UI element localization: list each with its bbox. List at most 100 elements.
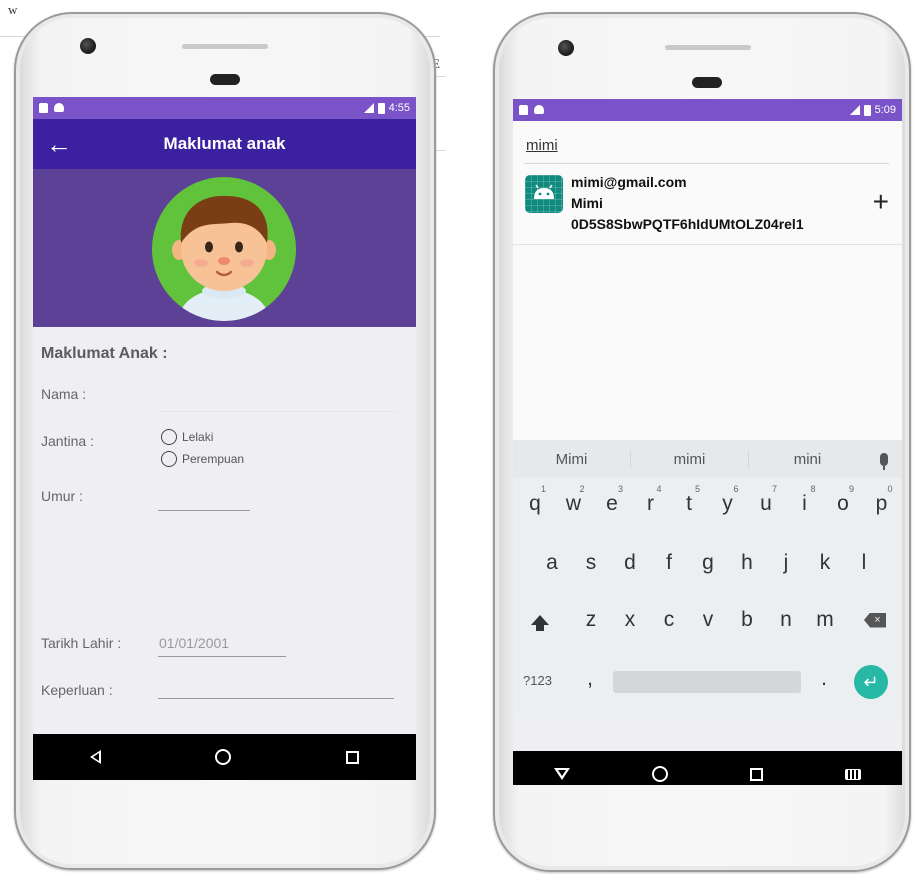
key-z[interactable]: z	[572, 600, 610, 640]
key-b[interactable]: b	[728, 600, 766, 640]
radio-perempuan[interactable]: Perempuan	[161, 451, 244, 467]
key-w[interactable]: w2	[555, 484, 593, 524]
doc-fragment-w: w	[8, 2, 18, 17]
umur-label: Umur :	[41, 488, 83, 504]
status-time: 4:55	[388, 102, 410, 114]
battery-icon	[377, 102, 385, 114]
profile-header	[33, 169, 416, 327]
user-result-details: mimi@gmail.com Mimi 0D5S8SbwPQTF6hIdUMtO…	[571, 172, 804, 235]
sd-card-icon	[519, 105, 528, 115]
tarikh-lahir-value[interactable]: 01/01/2001	[159, 635, 229, 651]
tarikh-lahir-field[interactable]	[158, 656, 286, 657]
key-m[interactable]: m	[806, 600, 844, 640]
key-l[interactable]: l	[845, 543, 883, 583]
status-bar: 5:09	[513, 99, 902, 121]
key-k[interactable]: k	[806, 543, 844, 583]
key-row-3: × zxcvbnm	[513, 600, 902, 648]
key-hint: 4	[656, 484, 662, 494]
boy-avatar-icon[interactable]	[152, 177, 296, 321]
suggestion-bar: Mimi mimi mini	[513, 440, 902, 478]
hide-keyboard-icon[interactable]	[554, 768, 570, 780]
signal-icon	[363, 103, 374, 113]
key-q[interactable]: q1	[516, 484, 554, 524]
key-g[interactable]: g	[689, 543, 727, 583]
search-input[interactable]	[526, 137, 886, 154]
key-a[interactable]: a	[533, 543, 571, 583]
home-icon[interactable]	[652, 766, 668, 782]
mic-icon[interactable]	[866, 452, 902, 470]
sd-card-icon	[39, 103, 48, 113]
key-hint: 6	[733, 484, 739, 494]
key-hint: 1	[540, 484, 546, 494]
speaker-grille	[665, 45, 751, 50]
system-nav-bar	[513, 751, 902, 785]
key-d[interactable]: d	[611, 543, 649, 583]
suggestion[interactable]: Mimi	[513, 451, 630, 468]
back-icon[interactable]	[90, 750, 102, 764]
key-s[interactable]: s	[572, 543, 610, 583]
key-v[interactable]: v	[689, 600, 727, 640]
home-icon[interactable]	[215, 749, 232, 765]
key-e[interactable]: e3	[593, 484, 631, 524]
key-h[interactable]: h	[728, 543, 766, 583]
system-nav-bar	[33, 734, 416, 780]
doc-rule	[436, 150, 446, 151]
key-p[interactable]: p0	[863, 484, 901, 524]
nama-field[interactable]	[158, 411, 396, 412]
battery-icon	[863, 104, 871, 116]
suggestion[interactable]: mimi	[630, 450, 748, 468]
results-empty-area	[513, 245, 902, 440]
suggestion[interactable]: mini	[748, 450, 866, 468]
key-hint: 7	[771, 484, 777, 494]
right-screen: 5:09 mimi mimi@gmail.com Mimi 0D5S8SbwPQ…	[513, 99, 902, 785]
user-result-row[interactable]: mimi@gmail.com Mimi 0D5S8SbwPQTF6hIdUMtO…	[513, 164, 902, 245]
recents-icon[interactable]	[750, 767, 763, 781]
front-camera	[558, 40, 574, 56]
app-bar: ← Maklumat anak	[33, 119, 416, 169]
android-icon	[534, 105, 544, 114]
backspace-key[interactable]: ×	[856, 600, 894, 640]
search-bar	[513, 121, 902, 164]
key-label: p	[875, 492, 888, 515]
keyboard-switch-icon[interactable]	[845, 768, 861, 780]
period-key[interactable]: .	[805, 659, 843, 699]
left-screen: 4:55 ← Maklumat anak Maklumat Anak: Nam…	[33, 97, 416, 780]
enter-icon[interactable]: ↵	[854, 665, 888, 699]
key-n[interactable]: n	[767, 600, 805, 640]
key-f[interactable]: f	[650, 543, 688, 583]
radio-circle	[161, 451, 177, 467]
key-label: t	[686, 492, 692, 515]
key-o[interactable]: o9	[824, 484, 862, 524]
earpiece	[210, 74, 240, 85]
radio-label: Lelaki	[182, 430, 214, 444]
space-key[interactable]	[613, 671, 801, 693]
key-u[interactable]: u7	[747, 484, 785, 524]
shift-key[interactable]	[521, 600, 559, 640]
plus-icon[interactable]: +	[873, 188, 889, 216]
right-phone-frame: 5:09 mimi mimi@gmail.com Mimi 0D5S8SbwPQ…	[493, 12, 911, 872]
keperluan-field[interactable]	[158, 698, 394, 699]
form-heading: Maklumat Anak :	[41, 345, 168, 362]
key-t[interactable]: t5	[670, 484, 708, 524]
left-phone-frame: 4:55 ← Maklumat anak Maklumat Anak: Nam…	[14, 12, 436, 870]
key-label: u	[760, 492, 772, 515]
key-r[interactable]: r4	[632, 484, 670, 524]
key-hint: 3	[617, 484, 623, 494]
key-x[interactable]: x	[611, 600, 649, 640]
keperluan-label: Keperluan :	[41, 682, 113, 698]
umur-field[interactable]	[158, 510, 250, 511]
key-hint: 9	[848, 484, 854, 494]
key-j[interactable]: j	[767, 543, 805, 583]
tarikh-lahir-label: Tarikh Lahir :	[41, 635, 122, 651]
earpiece	[692, 77, 722, 88]
key-y[interactable]: y6	[709, 484, 747, 524]
radio-lelaki[interactable]: Lelaki	[161, 429, 213, 445]
soft-keyboard: Mimi mimi mini q1w2e3r4t5y6u7i8o9p0 asdf…	[513, 440, 902, 718]
symbols-key[interactable]: ?123	[523, 673, 552, 688]
key-label: r	[647, 492, 654, 515]
arrow-left-icon[interactable]: ←	[33, 119, 77, 169]
key-i[interactable]: i8	[786, 484, 824, 524]
recents-icon[interactable]	[345, 750, 359, 764]
key-c[interactable]: c	[650, 600, 688, 640]
comma-key[interactable]: ,	[571, 659, 609, 699]
